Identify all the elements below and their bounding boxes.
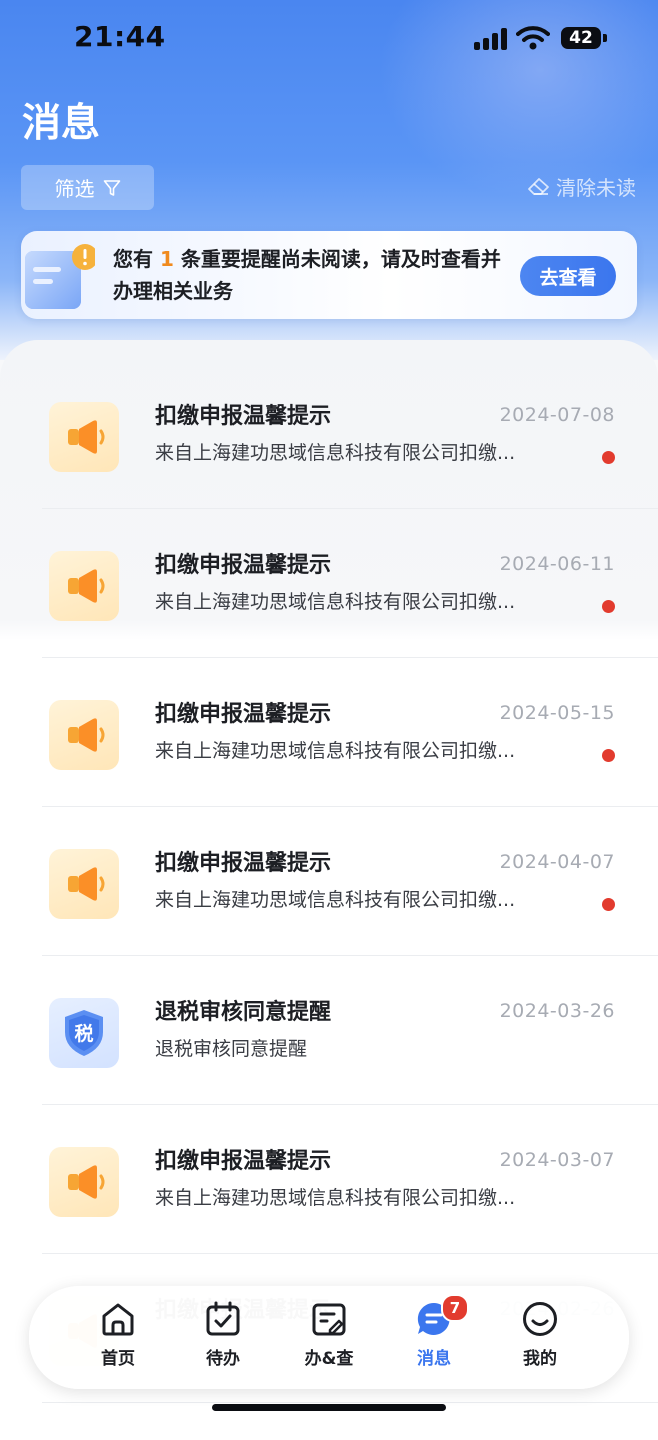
message-subtitle: 来自上海建功思域信息科技有限公司扣缴... (155, 740, 516, 762)
message-type-icon (49, 1147, 119, 1217)
filter-funnel-icon (103, 179, 120, 196)
message-subtitle: 来自上海建功思域信息科技有限公司扣缴... (155, 889, 516, 911)
page-title: 消息 (22, 101, 101, 146)
message-item[interactable]: 扣缴申报温馨提示 2024-07-08 来自上海建功思域信息科技有限公司扣缴... (42, 360, 658, 509)
message-title: 扣缴申报温馨提示 (155, 553, 332, 578)
message-subtitle: 来自上海建功思域信息科技有限公司扣缴... (155, 1187, 516, 1209)
battery-indicator: 42 (561, 27, 601, 49)
message-list: 扣缴申报温馨提示 2024-07-08 来自上海建功思域信息科技有限公司扣缴... 扣… (0, 340, 658, 1440)
message-type-icon (49, 849, 119, 919)
form-edit-icon (312, 1303, 346, 1336)
smile-icon (523, 1302, 557, 1336)
important-reminder-banner[interactable]: 您有 1 条重要提醒尚未阅读，请及时查看并办理相关业务 去查看 (21, 231, 637, 319)
notice-document-icon (25, 244, 95, 309)
wifi-icon (516, 26, 550, 50)
tax-shield-glyph: 税 (74, 1022, 93, 1045)
message-date: 2024-05-15 (499, 702, 615, 724)
message-date: 2024-03-26 (499, 1000, 615, 1022)
speaker-icon (68, 1165, 105, 1199)
unread-dot (602, 600, 615, 613)
message-date: 2024-04-07 (499, 851, 615, 873)
tab-handle-query-label: 办&查 (304, 1349, 354, 1369)
home-indicator (212, 1404, 446, 1411)
filter-label: 筛选 (54, 177, 95, 201)
message-item[interactable]: 扣缴申报温馨提示 2024-05-15 来自上海建功思域信息科技有限公司扣缴... (42, 658, 658, 807)
tab-home-label: 首页 (101, 1349, 135, 1369)
battery-cap (603, 34, 607, 42)
message-item[interactable]: 扣缴申报温馨提示 2024-04-07 来自上海建功思域信息科技有限公司扣缴... (42, 807, 658, 956)
clear-unread-label: 清除未读 (556, 176, 636, 200)
tab-home[interactable]: 首页 (65, 1300, 171, 1380)
clear-unread-button[interactable]: 清除未读 (526, 172, 636, 201)
speaker-icon (68, 718, 105, 752)
status-bar: 21:44 42 (0, 0, 658, 80)
status-time: 21:44 (74, 20, 166, 53)
tab-todo-label: 待办 (206, 1349, 240, 1369)
message-count-badge: 7 (441, 1294, 469, 1322)
message-type-icon (49, 402, 119, 472)
message-title: 退税审核同意提醒 (155, 1000, 332, 1025)
message-date: 2024-06-11 (499, 553, 615, 575)
speaker-icon (68, 420, 105, 454)
tax-shield-icon: 税 (65, 1010, 103, 1056)
message-subtitle: 来自上海建功思域信息科技有限公司扣缴... (155, 442, 516, 464)
unread-dot (602, 749, 615, 762)
tab-mine[interactable]: 我的 (487, 1300, 593, 1380)
message-item[interactable]: 税退税审核同意提醒 2024-03-26 退税审核同意提醒 (42, 956, 658, 1105)
cellular-signal-icon (474, 28, 508, 50)
tab-messages-label: 消息 (417, 1349, 451, 1369)
message-date: 2024-07-08 (499, 404, 615, 426)
home-icon (102, 1303, 134, 1336)
speaker-icon (68, 867, 105, 901)
banner-message: 您有 1 条重要提醒尚未阅读，请及时查看并办理相关业务 (113, 243, 513, 307)
tab-todo[interactable]: 待办 (170, 1300, 276, 1380)
unread-dot (602, 451, 615, 464)
banner-count: 1 (159, 247, 174, 271)
message-item[interactable]: 扣缴申报温馨提示 2024-03-07 来自上海建功思域信息科技有限公司扣缴... (42, 1105, 658, 1254)
tab-messages[interactable]: 7 消息 (381, 1294, 487, 1380)
message-type-icon: 税 (49, 998, 119, 1068)
bottom-tab-bar: 首页 待办 办&查 7 消息 我的 (29, 1286, 629, 1389)
tab-mine-label: 我的 (523, 1349, 557, 1369)
message-title: 扣缴申报温馨提示 (155, 404, 332, 429)
message-type-icon (49, 551, 119, 621)
view-now-button[interactable]: 去查看 (520, 256, 616, 296)
message-item[interactable]: 扣缴申报温馨提示 2024-06-11 来自上海建功思域信息科技有限公司扣缴... (42, 509, 658, 658)
banner-text-prefix: 您有 (113, 247, 153, 271)
eraser-icon (528, 177, 549, 195)
message-title: 扣缴申报温馨提示 (155, 851, 332, 876)
tab-handle-query[interactable]: 办&查 (276, 1300, 382, 1380)
message-type-icon (49, 700, 119, 770)
unread-dot (602, 898, 615, 911)
filter-button[interactable]: 筛选 (21, 165, 154, 210)
message-subtitle: 来自上海建功思域信息科技有限公司扣缴... (155, 591, 516, 613)
speaker-icon (68, 569, 105, 603)
calendar-check-icon (206, 1301, 240, 1336)
message-date: 2024-03-07 (499, 1149, 615, 1171)
message-title: 扣缴申报温馨提示 (155, 1149, 332, 1174)
message-title: 扣缴申报温馨提示 (155, 702, 332, 727)
message-subtitle: 退税审核同意提醒 (155, 1038, 308, 1060)
